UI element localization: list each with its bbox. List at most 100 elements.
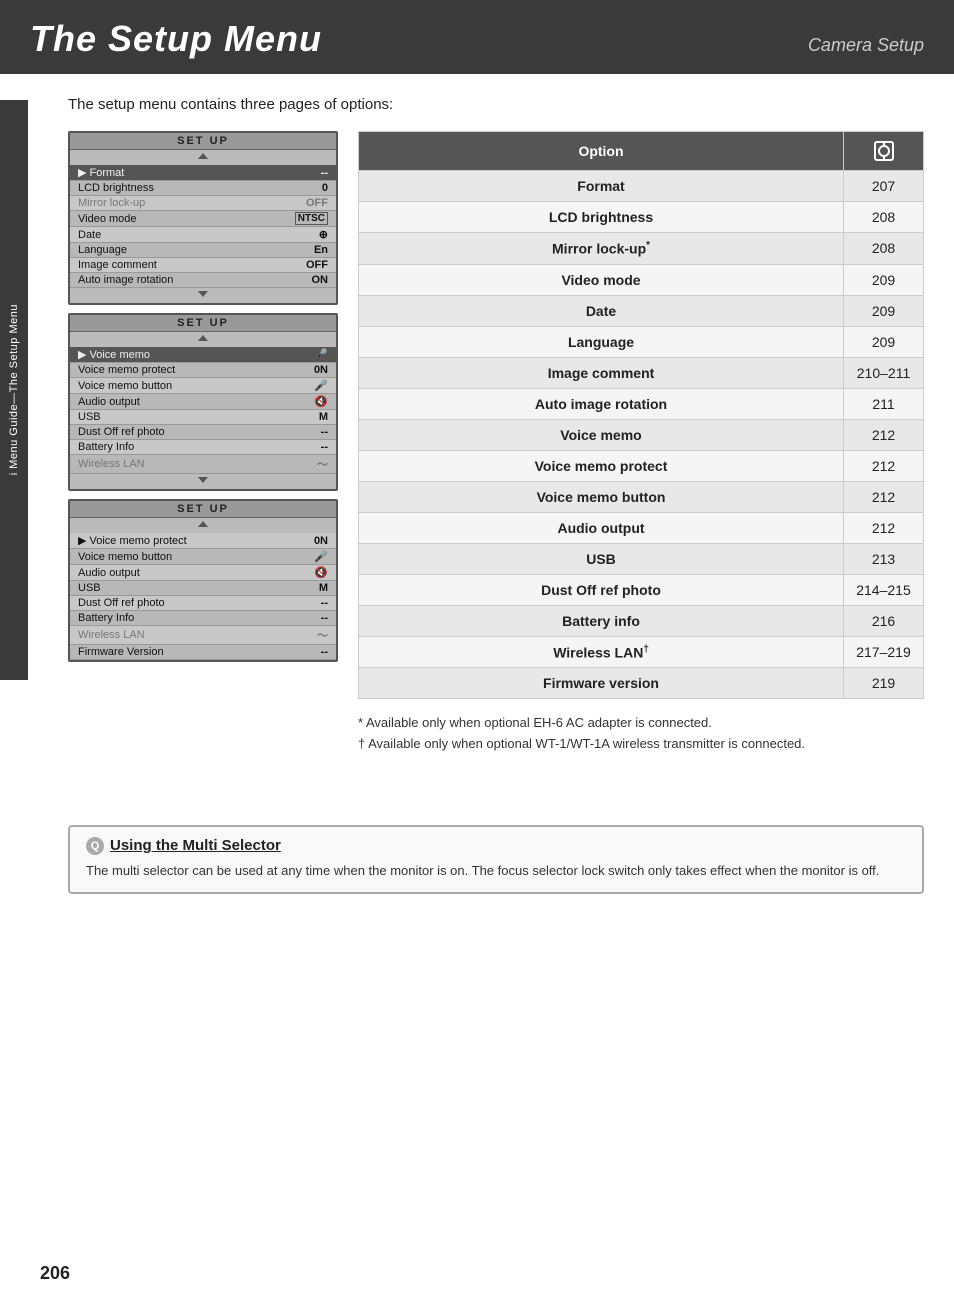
table-row: Mirror lock-up*208	[359, 233, 924, 265]
lcd-row: USB M	[70, 410, 336, 425]
lcd-row: Audio output 🔇	[70, 565, 336, 581]
lcd-row: Audio output 🔇	[70, 394, 336, 410]
lcd-row: ▶ Voice memo 🎤	[70, 347, 336, 363]
table-cell-option: Language	[359, 326, 844, 357]
table-row: USB213	[359, 543, 924, 574]
page-title: The Setup Menu	[30, 18, 322, 60]
table-row: Voice memo button212	[359, 481, 924, 512]
page-header: The Setup Menu Camera Setup	[0, 0, 954, 74]
lcd-row: Language En	[70, 243, 336, 258]
table-cell-page: 212	[844, 512, 924, 543]
lcd-row: Auto image rotation ON	[70, 273, 336, 288]
note-box: Q Using the Multi Selector The multi sel…	[68, 825, 924, 894]
table-cell-page: 208	[844, 202, 924, 233]
lcd-screen-1: SET UP ▶ Format -- LCD brightness 0 Mirr…	[68, 131, 338, 305]
lcd-row: Wireless LAN 〜	[70, 455, 336, 474]
table-cell-option: Date	[359, 295, 844, 326]
table-cell-option: Format	[359, 171, 844, 202]
table-cell-page: 212	[844, 419, 924, 450]
table-cell-page: 219	[844, 668, 924, 699]
main-content: The setup menu contains three pages of o…	[28, 74, 954, 775]
table-cell-option: Voice memo button	[359, 481, 844, 512]
table-cell-option: Image comment	[359, 357, 844, 388]
table-cell-option: Voice memo	[359, 419, 844, 450]
lcd-row: LCD brightness 0	[70, 181, 336, 196]
lcd-row: Image comment OFF	[70, 258, 336, 273]
table-cell-page: 209	[844, 326, 924, 357]
lcd-row: Battery Info --	[70, 440, 336, 455]
bottom-section: Q Using the Multi Selector The multi sel…	[28, 815, 954, 914]
lcd-row: Voice memo button 🎤	[70, 378, 336, 394]
table-row: Firmware version219	[359, 668, 924, 699]
lcd-arrow-up-2	[70, 332, 336, 347]
lcd-arrow-up-3	[70, 518, 336, 533]
table-cell-page: 214–215	[844, 574, 924, 605]
footnotes: * Available only when optional EH-6 AC a…	[358, 713, 924, 755]
table-cell-option: Auto image rotation	[359, 388, 844, 419]
table-cell-page: 207	[844, 171, 924, 202]
table-row: Language209	[359, 326, 924, 357]
lcd-header-2: SET UP	[70, 315, 336, 332]
table-cell-page: 212	[844, 481, 924, 512]
intro-text: The setup menu contains three pages of o…	[68, 96, 924, 113]
table-row: Battery info216	[359, 605, 924, 636]
table-cell-page: 217–219	[844, 636, 924, 668]
table-cell-option: Voice memo protect	[359, 450, 844, 481]
side-tab: i Menu Guide—The Setup Menu	[0, 100, 28, 680]
lcd-screen-3: SET UP ▶ Voice memo protect 0N Voice mem…	[68, 499, 338, 662]
table-cell-page: 216	[844, 605, 924, 636]
table-cell-option: LCD brightness	[359, 202, 844, 233]
note-title-text: Using the Multi Selector	[110, 837, 281, 854]
lcd-screens-column: SET UP ▶ Format -- LCD brightness 0 Mirr…	[68, 131, 338, 662]
lcd-row: ▶ Format --	[70, 165, 336, 181]
lcd-row: Dust Off ref photo --	[70, 425, 336, 440]
lcd-arrow-up-1	[70, 150, 336, 165]
table-row: Image comment210–211	[359, 357, 924, 388]
lcd-row: Video mode NTSC	[70, 211, 336, 227]
table-cell-option: Mirror lock-up*	[359, 233, 844, 265]
lcd-row: ▶ Voice memo protect 0N	[70, 533, 336, 549]
table-cell-option: Firmware version	[359, 668, 844, 699]
lcd-arrow-down-1	[70, 288, 336, 303]
table-row: Wireless LAN†217–219	[359, 636, 924, 668]
table-cell-page: 209	[844, 295, 924, 326]
footnote-1: * Available only when optional EH-6 AC a…	[358, 713, 924, 734]
two-column-layout: SET UP ▶ Format -- LCD brightness 0 Mirr…	[68, 131, 924, 755]
table-header-option: Option	[359, 132, 844, 171]
table-cell-page: 212	[844, 450, 924, 481]
table-cell-page: 209	[844, 264, 924, 295]
note-title: Q Using the Multi Selector	[86, 837, 906, 855]
lcd-row: Voice memo protect 0N	[70, 363, 336, 378]
lcd-row: Date ⊕	[70, 227, 336, 243]
lcd-header-1: SET UP	[70, 133, 336, 150]
table-row: Audio output212	[359, 512, 924, 543]
table-row: Voice memo protect212	[359, 450, 924, 481]
lcd-arrow-down-2	[70, 474, 336, 489]
table-cell-option: USB	[359, 543, 844, 574]
table-cell-page: 213	[844, 543, 924, 574]
note-text: The multi selector can be used at any ti…	[86, 861, 906, 882]
page-subtitle: Camera Setup	[808, 35, 924, 60]
table-row: Dust Off ref photo214–215	[359, 574, 924, 605]
table-row: Auto image rotation211	[359, 388, 924, 419]
table-cell-option: Wireless LAN†	[359, 636, 844, 668]
lcd-row: Mirror lock-up OFF	[70, 196, 336, 211]
lcd-screen-2: SET UP ▶ Voice memo 🎤 Voice memo protect…	[68, 313, 338, 491]
lcd-row: Voice memo button 🎤	[70, 549, 336, 565]
table-row: LCD brightness208	[359, 202, 924, 233]
table-cell-option: Audio output	[359, 512, 844, 543]
table-row: Date209	[359, 295, 924, 326]
note-icon: Q	[86, 837, 104, 855]
table-cell-page: 211	[844, 388, 924, 419]
lcd-row: Battery Info --	[70, 611, 336, 626]
lcd-row: Dust Off ref photo --	[70, 596, 336, 611]
table-cell-option: Battery info	[359, 605, 844, 636]
lcd-header-3: SET UP	[70, 501, 336, 518]
side-tab-label: i Menu Guide—The Setup Menu	[7, 304, 21, 475]
options-table-column: Option Format207LCD brightness208Mirror	[358, 131, 924, 755]
lcd-row: USB M	[70, 581, 336, 596]
table-row: Video mode209	[359, 264, 924, 295]
table-header-page	[844, 132, 924, 171]
options-table: Option Format207LCD brightness208Mirror	[358, 131, 924, 699]
table-cell-page: 210–211	[844, 357, 924, 388]
